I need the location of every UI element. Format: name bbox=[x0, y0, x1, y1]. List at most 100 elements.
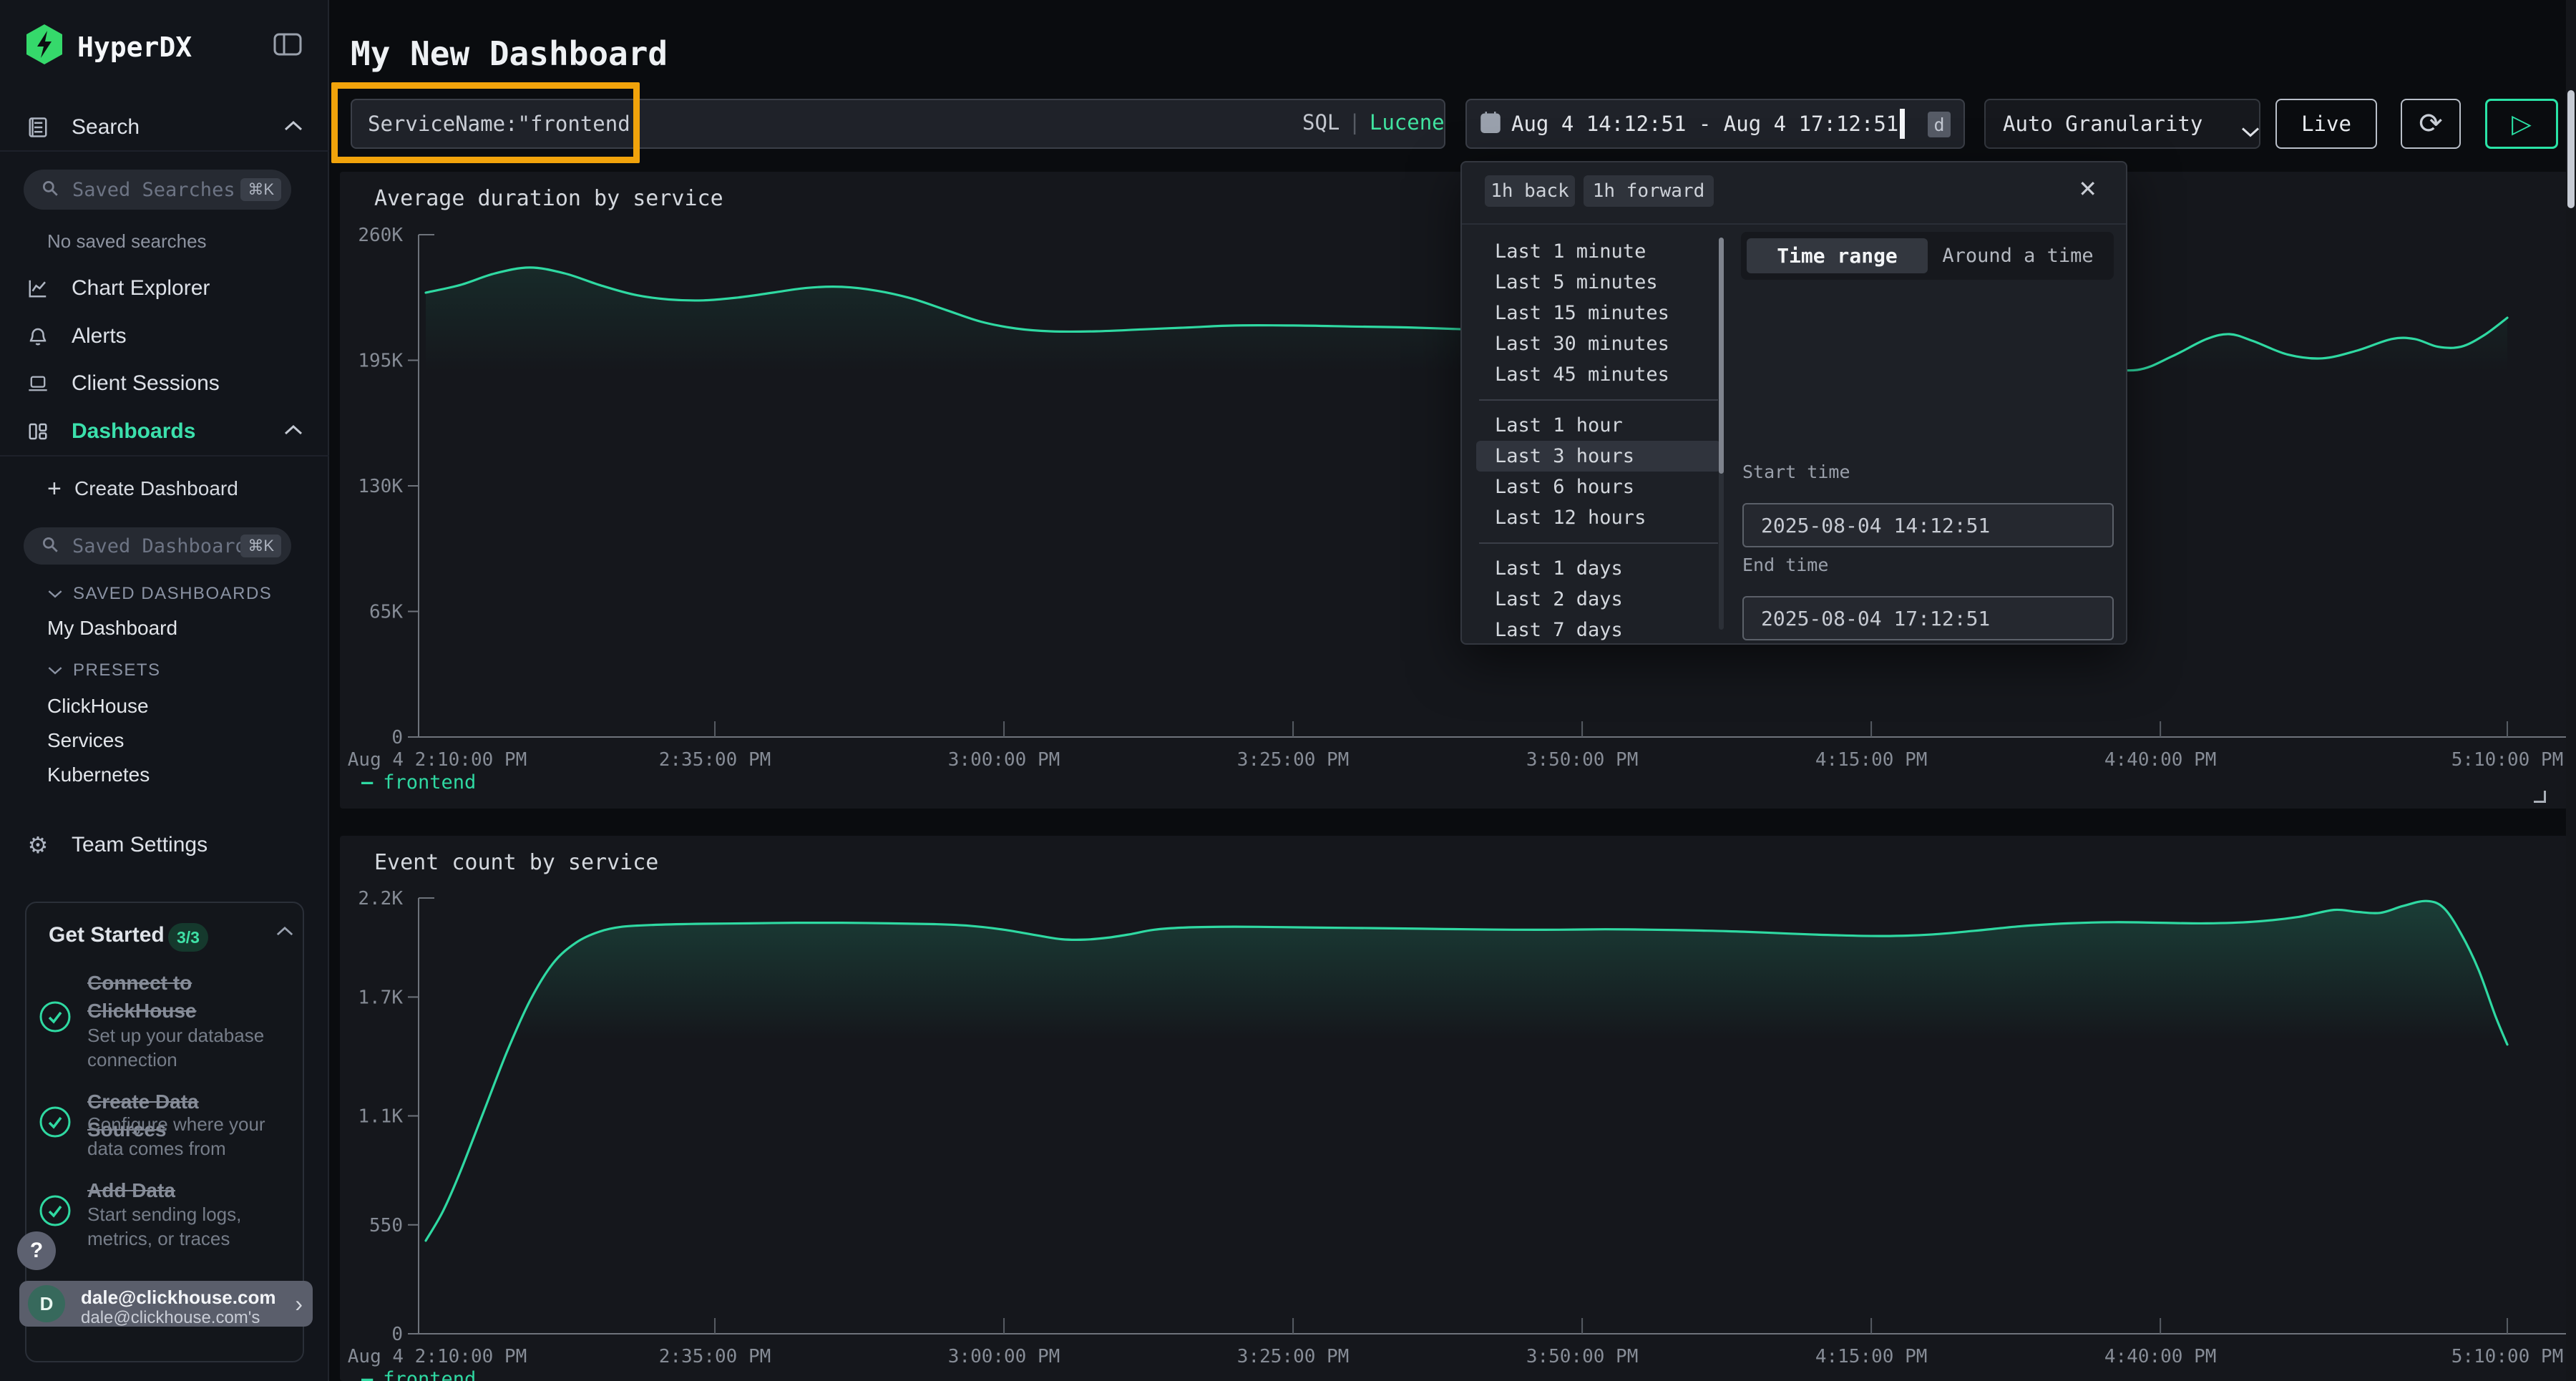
run-query-button[interactable]: ▷ bbox=[2485, 99, 2558, 149]
sidebar-item-alerts[interactable]: Alerts bbox=[0, 320, 329, 353]
svg-text:3:50:00 PM: 3:50:00 PM bbox=[1526, 1346, 1639, 1367]
dashboards-icon bbox=[27, 421, 49, 442]
quick-range-item[interactable]: Last 45 minutes bbox=[1476, 359, 1721, 390]
quick-range-item[interactable]: Last 1 minute bbox=[1476, 236, 1721, 267]
event-count-chart: 05501.1K1.7K2.2KAug 4 2:10:00 PM2:35:00 … bbox=[340, 836, 2569, 1381]
quick-range-scrollbar[interactable] bbox=[1719, 238, 1724, 630]
end-time-input[interactable] bbox=[1742, 596, 2114, 640]
help-button[interactable]: ? bbox=[17, 1231, 56, 1270]
chevron-right-icon: › bbox=[295, 1291, 303, 1317]
sidebar-item-client-sessions[interactable]: Client Sessions bbox=[0, 367, 329, 400]
chevron-down-icon bbox=[47, 665, 63, 675]
plus-icon: + bbox=[47, 475, 62, 503]
duration-shortcut-badge: d bbox=[1928, 112, 1951, 137]
hyperdx-logo-icon bbox=[24, 24, 65, 65]
user-menu[interactable]: D dale@clickhouse.com dale@clickhouse.co… bbox=[19, 1281, 313, 1327]
sql-toggle[interactable]: SQL bbox=[1302, 110, 1340, 135]
quick-range-item[interactable]: Last 15 minutes bbox=[1476, 298, 1721, 328]
svg-text:4:40:00 PM: 4:40:00 PM bbox=[2104, 1346, 2217, 1367]
search-icon bbox=[41, 179, 59, 201]
preset-item[interactable]: ClickHouse bbox=[47, 695, 149, 718]
live-button[interactable]: Live bbox=[2275, 99, 2377, 149]
chart-legend[interactable]: — frontend bbox=[361, 1368, 476, 1381]
svg-text:5:10:00 PM: 5:10:00 PM bbox=[2451, 1346, 2564, 1367]
time-range-input[interactable]: Aug 4 14:12:51 - Aug 4 17:12:51 d bbox=[1465, 99, 1965, 149]
sidebar-item-label: Dashboards bbox=[72, 419, 195, 444]
sidebar-item-dashboards[interactable]: Dashboards bbox=[0, 415, 329, 448]
panel-resize-handle[interactable] bbox=[2534, 791, 2546, 803]
svg-text:4:15:00 PM: 4:15:00 PM bbox=[1815, 749, 1928, 771]
quick-range-item[interactable]: Last 3 hours bbox=[1476, 441, 1721, 472]
quick-range-item[interactable]: Last 7 days bbox=[1476, 615, 1721, 645]
chart-legend[interactable]: — frontend bbox=[361, 771, 476, 794]
saved-searches-input[interactable]: Saved Searches ⌘K bbox=[24, 170, 291, 210]
time-picker-popover: 1h back 1h forward ✕ Last 1 minuteLast 5… bbox=[1460, 161, 2127, 645]
quick-range-item[interactable]: Last 1 days bbox=[1476, 553, 1721, 584]
presets-group-header[interactable]: PRESETS bbox=[47, 660, 161, 680]
scrollbar-thumb[interactable] bbox=[1719, 238, 1724, 474]
check-circle-icon bbox=[39, 1106, 72, 1138]
no-saved-searches-text: No saved searches bbox=[47, 230, 207, 253]
end-time-label: End time bbox=[1742, 555, 1828, 575]
quick-range-item[interactable]: Last 5 minutes bbox=[1476, 267, 1721, 298]
tab-around-a-time[interactable]: Around a time bbox=[1928, 238, 2108, 273]
chart-panel-event-count: Event count by service 05501.1K1.7K2.2KA… bbox=[340, 836, 2569, 1381]
saved-dashboard-item[interactable]: My Dashboard bbox=[47, 617, 177, 640]
avatar: D bbox=[28, 1285, 65, 1322]
svg-text:0: 0 bbox=[391, 727, 403, 748]
text-caret bbox=[1900, 109, 1905, 139]
time-picker-tabs: Time range Around a time bbox=[1741, 232, 2114, 280]
toggle-divider: | bbox=[1348, 110, 1360, 135]
get-started-title: Get Started bbox=[49, 923, 165, 947]
sidebar-item-chart-explorer[interactable]: Chart Explorer bbox=[0, 272, 329, 305]
start-time-input[interactable] bbox=[1742, 503, 2114, 547]
saved-dashboards-group-header[interactable]: SAVED DASHBOARDS bbox=[47, 584, 272, 604]
list-divider bbox=[1479, 542, 1718, 544]
chevron-up-icon bbox=[283, 120, 303, 135]
create-dashboard-button[interactable]: + Create Dashboard bbox=[0, 472, 329, 505]
sidebar-collapse-icon[interactable] bbox=[273, 33, 302, 59]
preset-item[interactable]: Kubernetes bbox=[47, 763, 150, 786]
window-scrollbar-thumb[interactable] bbox=[2567, 90, 2575, 208]
step-description: Start sending logs, metrics, or traces bbox=[87, 1202, 288, 1251]
lucene-toggle[interactable]: Lucene bbox=[1370, 110, 1445, 135]
refresh-button[interactable]: ⟳ bbox=[2401, 99, 2461, 149]
step-description: Configure where your data comes from bbox=[87, 1112, 288, 1161]
quick-range-item[interactable]: Last 6 hours bbox=[1476, 472, 1721, 502]
shift-forward-button[interactable]: 1h forward bbox=[1584, 175, 1714, 207]
svg-text:3:25:00 PM: 3:25:00 PM bbox=[1237, 1346, 1350, 1367]
tab-time-range[interactable]: Time range bbox=[1747, 238, 1928, 273]
start-time-label: Start time bbox=[1742, 462, 1850, 482]
list-divider bbox=[1479, 399, 1718, 401]
sidebar-item-label: Team Settings bbox=[72, 833, 208, 857]
quick-range-item[interactable]: Last 1 hour bbox=[1476, 410, 1721, 441]
quick-range-item[interactable]: Last 12 hours bbox=[1476, 502, 1721, 533]
step-description: Set up your database connection bbox=[87, 1023, 288, 1072]
window-scrollbar[interactable] bbox=[2566, 0, 2576, 1381]
svg-text:2:35:00 PM: 2:35:00 PM bbox=[659, 1346, 771, 1367]
sidebar-item-search[interactable]: Search bbox=[0, 111, 329, 144]
close-icon[interactable]: ✕ bbox=[2078, 175, 2097, 202]
shortcut-badge: ⌘K bbox=[240, 535, 281, 557]
shortcut-badge: ⌘K bbox=[240, 178, 281, 201]
sidebar-item-label: Chart Explorer bbox=[72, 276, 210, 301]
svg-text:3:50:00 PM: 3:50:00 PM bbox=[1526, 749, 1639, 771]
quick-range-item[interactable]: Last 2 days bbox=[1476, 584, 1721, 615]
saved-dashboards-input[interactable]: Saved Dashboards ⌘K bbox=[24, 527, 291, 565]
annotation-highlight-box bbox=[331, 82, 640, 163]
brand-name: HyperDX bbox=[77, 31, 192, 63]
shift-back-button[interactable]: 1h back bbox=[1485, 175, 1575, 207]
sidebar-divider bbox=[0, 150, 329, 152]
sidebar-divider bbox=[0, 455, 329, 457]
chevron-up-icon[interactable] bbox=[275, 926, 294, 940]
sidebar-item-team-settings[interactable]: ⚙ Team Settings bbox=[0, 829, 329, 862]
chart-panel-avg-duration: Average duration by service 065K130K195K… bbox=[340, 172, 2569, 809]
preset-item[interactable]: Services bbox=[47, 729, 124, 752]
calendar-icon bbox=[1480, 110, 1501, 137]
quick-range-item[interactable]: Last 30 minutes bbox=[1476, 328, 1721, 359]
granularity-select[interactable]: Auto Granularity bbox=[1984, 99, 2260, 149]
query-language-toggle[interactable]: SQL | Lucene bbox=[1302, 110, 1445, 135]
search-icon bbox=[41, 535, 59, 557]
sidebar-item-label: Client Sessions bbox=[72, 371, 220, 396]
play-icon: ▷ bbox=[2512, 109, 2532, 139]
